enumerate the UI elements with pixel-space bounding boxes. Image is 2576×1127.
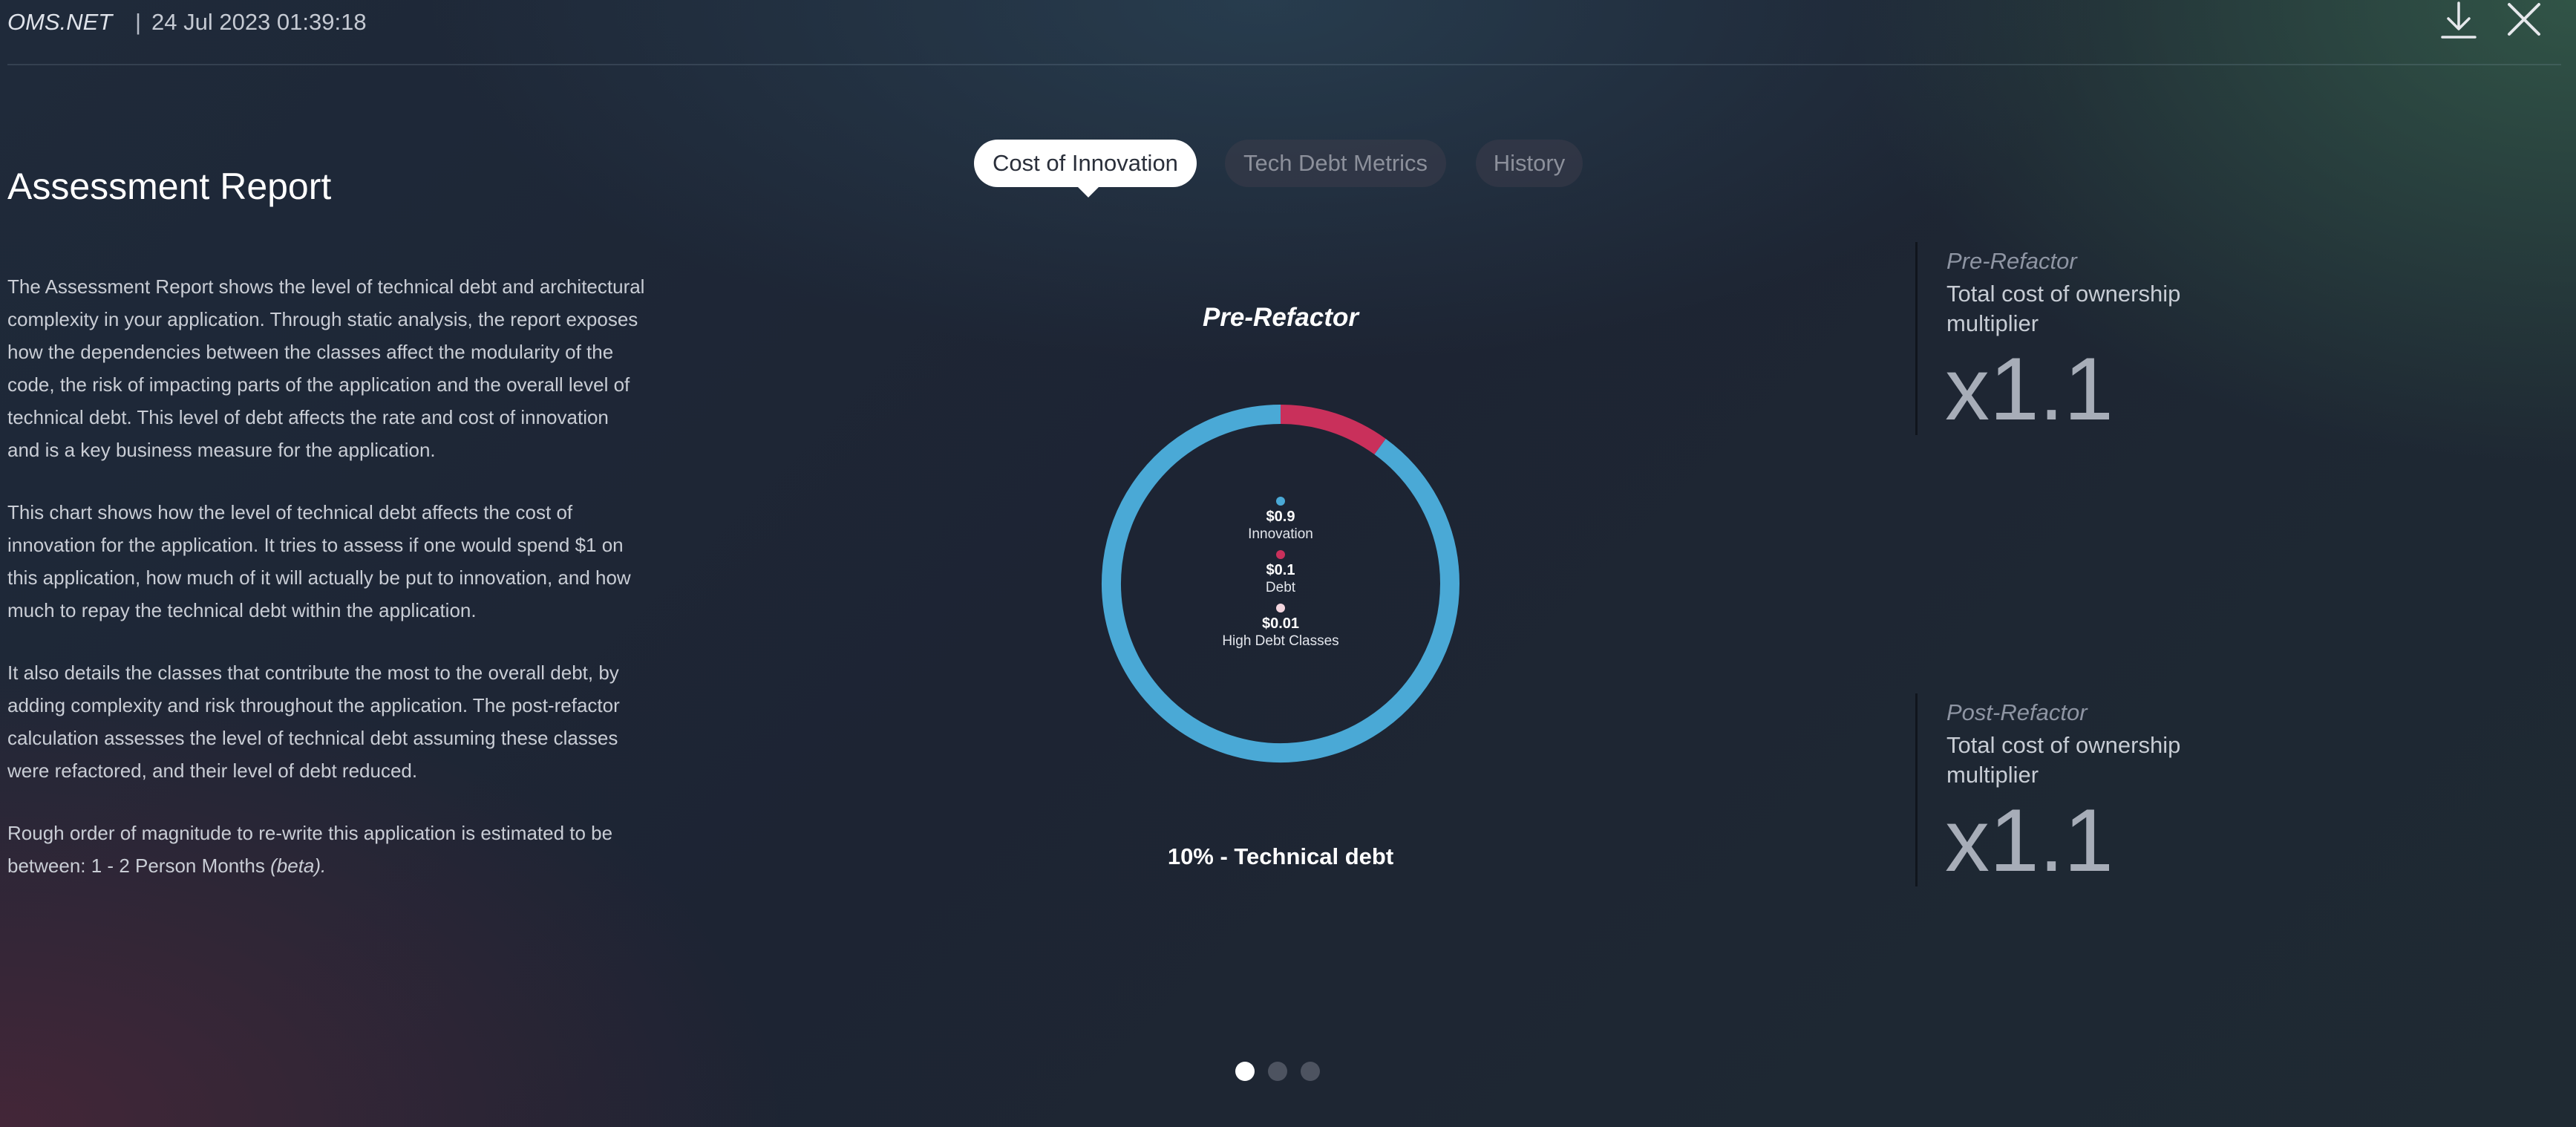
legend-label: High Debt Classes [1222,633,1338,649]
beta-label: (beta). [270,855,327,877]
legend-label: Innovation [1248,526,1313,542]
top-bar: OMS.NET | 24 Jul 2023 01:39:18 [0,0,2576,65]
description-paragraph: The Assessment Report shows the level of… [7,275,645,461]
pre-refactor-metric: Pre-Refactor Total cost of ownership mul… [1915,242,2361,435]
tab-history[interactable]: History [1476,140,1583,187]
cost-donut-chart: $0.9Innovation $0.1 Debt $0.01High Debt Cla… [1102,405,1459,762]
report-timestamp: 24 Jul 2023 01:39:18 [151,9,367,35]
metric-divider [1915,693,1918,886]
technical-debt-summary: 10% - Technical debt [1167,843,1394,869]
donut-slice-debt[interactable] [1280,405,1386,455]
page-dot-3[interactable] [1301,1062,1320,1081]
legend-marker [1276,604,1285,612]
page-dot-2[interactable] [1268,1062,1287,1081]
metric-label: Pre-Refactor [1946,248,2077,274]
metric-divider [1915,242,1918,435]
metric-description: Total cost of ownership multiplier [1946,281,2181,336]
close-icon[interactable] [2502,0,2546,45]
legend-value: $0.01 [1262,615,1299,632]
metric-value: x1.1 [1945,791,2114,890]
header-divider [7,64,2561,65]
metric-description: Total cost of ownership multiplier [1946,732,2181,788]
description-paragraph: It also details the classes that contrib… [7,662,620,782]
legend-value: $0.9 [1266,509,1295,525]
header-separator: | [135,9,142,35]
description-paragraph: This chart shows how the level of techni… [7,501,631,621]
tab-cost-of-innovation[interactable]: Cost of Innovation [974,140,1197,197]
legend-value: $0.1 [1266,562,1295,578]
legend-marker [1276,550,1285,559]
download-icon[interactable] [2436,0,2481,45]
post-refactor-metric: Post-Refactor Total cost of ownership mu… [1915,693,2361,886]
metric-label: Post-Refactor [1946,699,2088,725]
legend-label: Debt [1266,580,1296,595]
page-dot-1[interactable] [1235,1062,1255,1081]
chart-title: Pre-Refactor [1202,303,1359,332]
brand-name: OMS.NET [7,9,113,35]
legend-marker [1276,497,1285,506]
metric-value: x1.1 [1945,339,2114,439]
page-title: Assessment Report [7,165,332,207]
tab-tech-debt-metrics[interactable]: Tech Debt Metrics [1225,140,1446,187]
report-description: The Assessment Report shows the level of… [7,270,646,912]
rom-estimate: Rough order of magnitude to re-write thi… [7,817,646,882]
